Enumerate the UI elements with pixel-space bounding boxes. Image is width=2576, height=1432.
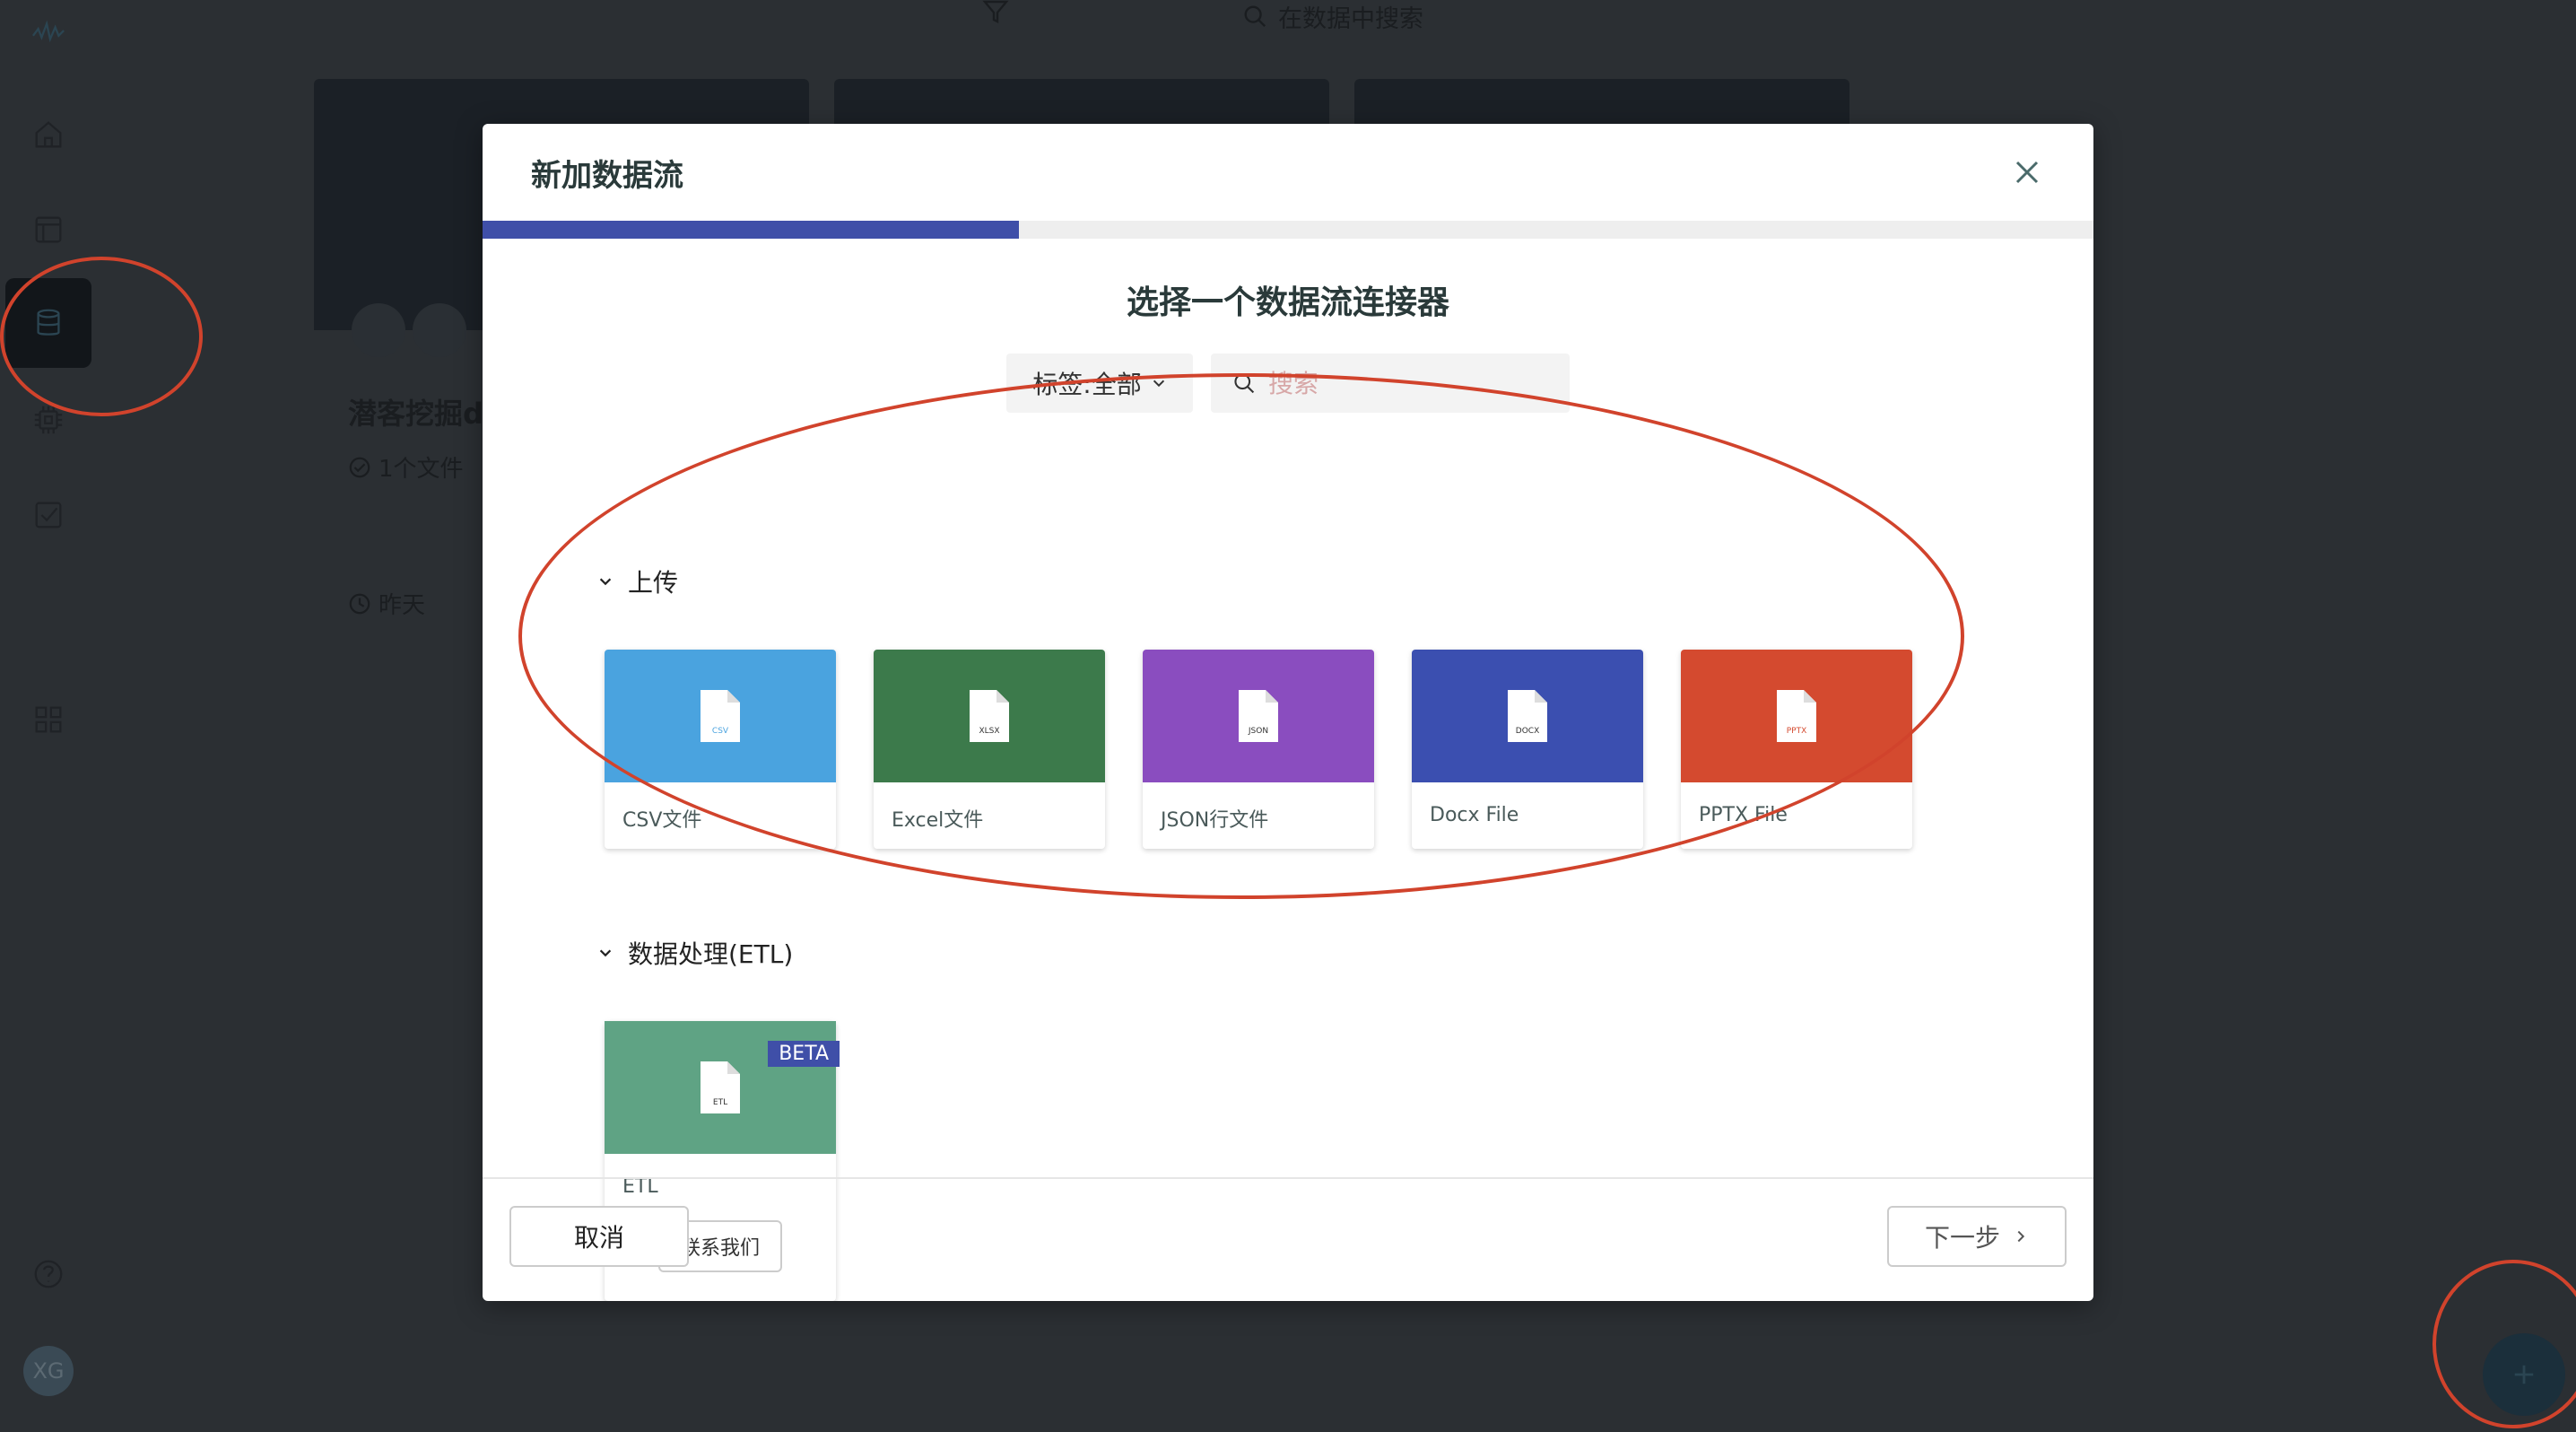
dataflow-file-count: 1个文件 bbox=[348, 450, 464, 484]
dashboard-icon[interactable] bbox=[25, 206, 72, 253]
dataflow-date: 昨天 bbox=[348, 587, 425, 620]
connector-card-banner: PPTX bbox=[1681, 650, 1912, 782]
dialog-title: 新加数据流 bbox=[531, 157, 683, 194]
tag-filter-dropdown[interactable]: 标签:全部 bbox=[1006, 354, 1193, 413]
connector-card-label: PPTX File bbox=[1699, 804, 1788, 826]
dataflow-card-title: 潜客挖掘d bbox=[348, 397, 483, 431]
connector-card-label: Docx File bbox=[1430, 804, 1519, 826]
pptx-file-icon: PPTX bbox=[1777, 690, 1816, 742]
svg-text:PPTX: PPTX bbox=[1787, 727, 1807, 736]
etl-file-icon: ETL bbox=[701, 1061, 740, 1113]
cancel-button-label: 取消 bbox=[573, 1223, 624, 1253]
chevron-right-icon bbox=[2017, 1230, 2025, 1243]
next-step-button[interactable]: 下一步 bbox=[1887, 1206, 2067, 1267]
global-search-label: 在数据中搜索 bbox=[1278, 4, 1423, 33]
chip-icon[interactable] bbox=[25, 397, 72, 443]
docx-file-icon: DOCX bbox=[1508, 690, 1547, 742]
search-icon bbox=[1244, 5, 1266, 28]
dialog-header: 新加数据流 bbox=[483, 124, 2093, 221]
connector-card-pptx[interactable]: PPTX PPTX File bbox=[1681, 650, 1912, 849]
new-dataflow-dialog: 新加数据流 选择一个数据流连接器 标签:全部 上传 CSV CSV文件 bbox=[483, 124, 2093, 1301]
clock-icon bbox=[349, 593, 370, 614]
section-toggle-etl[interactable]: 数据处理(ETL) bbox=[597, 935, 793, 971]
date-text: 昨天 bbox=[379, 592, 426, 619]
home-icon[interactable] bbox=[25, 111, 72, 158]
section-toggle-upload[interactable]: 上传 bbox=[597, 563, 678, 599]
connector-card-banner: JSON bbox=[1143, 650, 1374, 782]
close-button[interactable] bbox=[2009, 154, 2045, 190]
filter-icon[interactable] bbox=[981, 0, 1010, 27]
dialog-body: 选择一个数据流连接器 标签:全部 上传 CSV CSV文件 XLSX Excel… bbox=[483, 239, 2093, 1301]
chevron-down-icon bbox=[1153, 380, 1164, 388]
global-search[interactable]: 在数据中搜索 bbox=[1242, 0, 1423, 33]
tag-filter-label: 标签:全部 bbox=[1032, 370, 1142, 399]
chevron-down-icon bbox=[599, 949, 612, 957]
search-icon bbox=[1234, 373, 1255, 394]
chevron-down-icon bbox=[599, 578, 612, 586]
share-icon[interactable] bbox=[352, 303, 405, 357]
step-progress-bar bbox=[483, 221, 2093, 239]
xlsx-file-icon: XLSX bbox=[970, 690, 1009, 742]
step-progress-fill bbox=[483, 221, 1020, 239]
share-icon[interactable] bbox=[413, 303, 466, 357]
connector-card-docx[interactable]: DOCX Docx File bbox=[1412, 650, 1643, 849]
plus-icon bbox=[2514, 1365, 2534, 1384]
logo-icon[interactable] bbox=[25, 9, 72, 56]
database-icon[interactable] bbox=[5, 278, 91, 368]
help-icon[interactable] bbox=[25, 1251, 72, 1297]
connector-card-excel[interactable]: XLSX Excel文件 bbox=[874, 650, 1105, 849]
connector-card-label: CSV文件 bbox=[622, 809, 702, 832]
svg-text:DOCX: DOCX bbox=[1516, 727, 1539, 736]
cancel-button[interactable]: 取消 bbox=[509, 1206, 689, 1267]
check-circle-icon bbox=[349, 457, 370, 477]
connector-search-input[interactable] bbox=[1268, 368, 1537, 398]
sidebar: XG bbox=[0, 0, 97, 1432]
connector-card-banner: DOCX bbox=[1412, 650, 1643, 782]
step-title: 选择一个数据流连接器 bbox=[1126, 284, 1449, 321]
file-count-text: 1个文件 bbox=[379, 456, 464, 483]
svg-text:JSON: JSON bbox=[1248, 727, 1268, 736]
next-step-button-label: 下一步 bbox=[1924, 1223, 2000, 1253]
connector-card-banner: XLSX bbox=[874, 650, 1105, 782]
add-dataflow-button[interactable] bbox=[2483, 1333, 2565, 1416]
dialog-footer: 取消 下一步 bbox=[483, 1177, 2093, 1301]
json-file-icon: JSON bbox=[1239, 690, 1278, 742]
close-icon bbox=[2015, 161, 2039, 184]
connector-card-banner: ETL BETA bbox=[605, 1021, 840, 1154]
connector-card-banner: CSV bbox=[605, 650, 836, 782]
connector-card-json[interactable]: JSON JSON行文件 bbox=[1143, 650, 1374, 849]
svg-text:ETL: ETL bbox=[713, 1098, 727, 1107]
beta-badge: BETA bbox=[768, 1041, 840, 1067]
connector-search[interactable] bbox=[1211, 354, 1570, 413]
csv-file-icon: CSV bbox=[701, 690, 740, 742]
connector-card-csv[interactable]: CSV CSV文件 bbox=[605, 650, 836, 849]
apps-grid-icon[interactable] bbox=[25, 696, 72, 743]
connector-card-label: JSON行文件 bbox=[1161, 809, 1269, 832]
task-check-icon[interactable] bbox=[25, 492, 72, 538]
connector-card-label: Excel文件 bbox=[892, 809, 984, 832]
svg-text:CSV: CSV bbox=[712, 727, 729, 736]
section-title: 上传 bbox=[628, 568, 679, 598]
avatar[interactable]: XG bbox=[23, 1346, 74, 1396]
section-title: 数据处理(ETL) bbox=[628, 939, 794, 969]
svg-text:XLSX: XLSX bbox=[979, 727, 999, 736]
